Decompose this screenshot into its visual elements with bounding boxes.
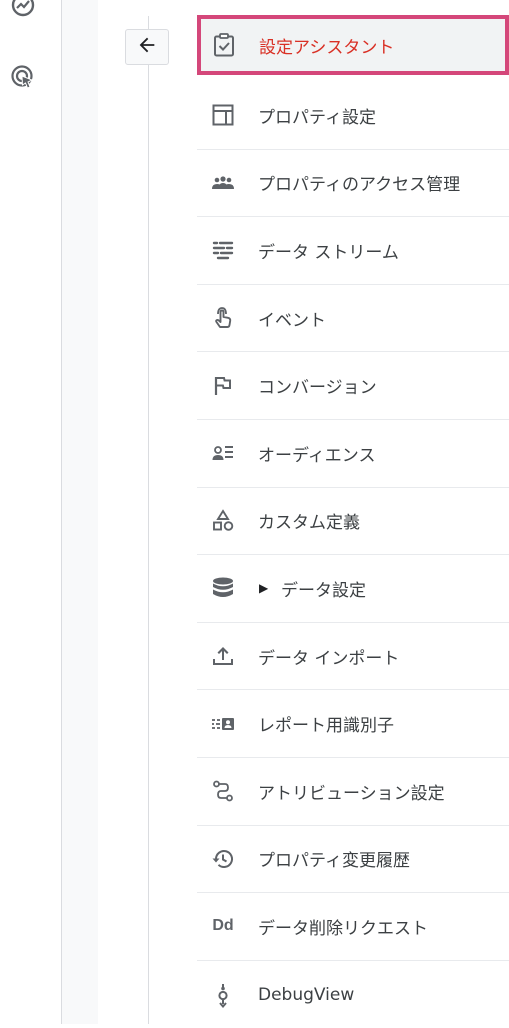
- database-icon: [209, 574, 237, 602]
- menu-item-label: オーディエンス: [258, 445, 376, 466]
- menu-item-reporting-identity[interactable]: レポート用識別子: [197, 690, 509, 758]
- touch-hand-icon: [209, 304, 237, 332]
- menu-item-label: データ ストリーム: [258, 242, 399, 263]
- menu-item-label: データ削除リクエスト: [258, 918, 428, 939]
- menu-item-label: 設定アシスタント: [259, 37, 395, 58]
- menu-item-label: プロパティ設定: [258, 107, 376, 128]
- left-navigation-rail: [0, 0, 62, 1024]
- menu-item-label: カスタム定義: [258, 513, 360, 534]
- expand-arrow-icon[interactable]: ▶: [259, 581, 268, 595]
- menu-item-label: コンバージョン: [258, 378, 377, 399]
- data-deletion-icon-text: Dd: [212, 917, 234, 935]
- menu-item-data-streams[interactable]: データ ストリーム: [197, 217, 509, 285]
- people-group-icon: [209, 169, 237, 197]
- back-button[interactable]: [125, 29, 169, 65]
- data-stream-icon: [209, 236, 237, 264]
- menu-item-conversions[interactable]: コンバージョン: [197, 352, 509, 420]
- advertising-target-icon[interactable]: [10, 64, 36, 90]
- debug-icon: [209, 981, 237, 1009]
- report-identity-icon: [209, 710, 237, 738]
- flag-icon: [209, 372, 237, 400]
- menu-item-property-change-history[interactable]: プロパティ変更履歴: [197, 826, 509, 894]
- menu-item-custom-definitions[interactable]: カスタム定義: [197, 488, 509, 556]
- history-icon: [209, 845, 237, 873]
- shapes-icon: [209, 507, 237, 535]
- menu-item-label: プロパティ変更履歴: [258, 851, 410, 872]
- audience-list-icon: [209, 439, 237, 467]
- menu-item-label: レポート用識別子: [258, 716, 394, 737]
- menu-item-label: データ設定: [281, 580, 366, 601]
- data-deletion-icon: Dd: [209, 912, 237, 940]
- menu-item-data-import[interactable]: データ インポート: [197, 623, 509, 691]
- menu-item-attribution-settings[interactable]: アトリビューション設定: [197, 758, 509, 826]
- menu-item-label: アトリビューション設定: [258, 783, 445, 804]
- arrow-left-icon: [136, 34, 158, 60]
- property-layout-icon: [209, 101, 237, 129]
- menu-item-audiences[interactable]: オーディエンス: [197, 420, 509, 488]
- menu-item-property-access-management[interactable]: プロパティのアクセス管理: [197, 150, 509, 218]
- menu-item-events[interactable]: イベント: [197, 285, 509, 353]
- menu-item-label: プロパティのアクセス管理: [258, 175, 461, 196]
- menu-item-setup-assistant[interactable]: 設定アシスタント: [197, 15, 509, 75]
- menu-item-label: DebugView: [258, 984, 355, 1005]
- vertical-divider: [148, 16, 149, 1024]
- menu-item-debugview[interactable]: DebugView: [197, 961, 509, 1028]
- property-settings-menu: 設定アシスタント プロパティ設定 プロパティのアクセス管理 データ ストリーム …: [197, 15, 509, 1028]
- menu-item-label: データ インポート: [258, 648, 400, 669]
- menu-item-data-deletion-requests[interactable]: Dd データ削除リクエスト: [197, 893, 509, 961]
- menu-item-data-settings[interactable]: ▶ データ設定: [197, 555, 509, 623]
- menu-item-property-settings[interactable]: プロパティ設定: [197, 82, 509, 150]
- gutter-panel: [62, 0, 98, 1024]
- attribution-path-icon: [209, 777, 237, 805]
- clipboard-check-icon: [210, 31, 238, 59]
- upload-icon: [209, 642, 237, 670]
- insights-icon[interactable]: [10, 0, 36, 18]
- menu-item-label: イベント: [258, 310, 326, 331]
